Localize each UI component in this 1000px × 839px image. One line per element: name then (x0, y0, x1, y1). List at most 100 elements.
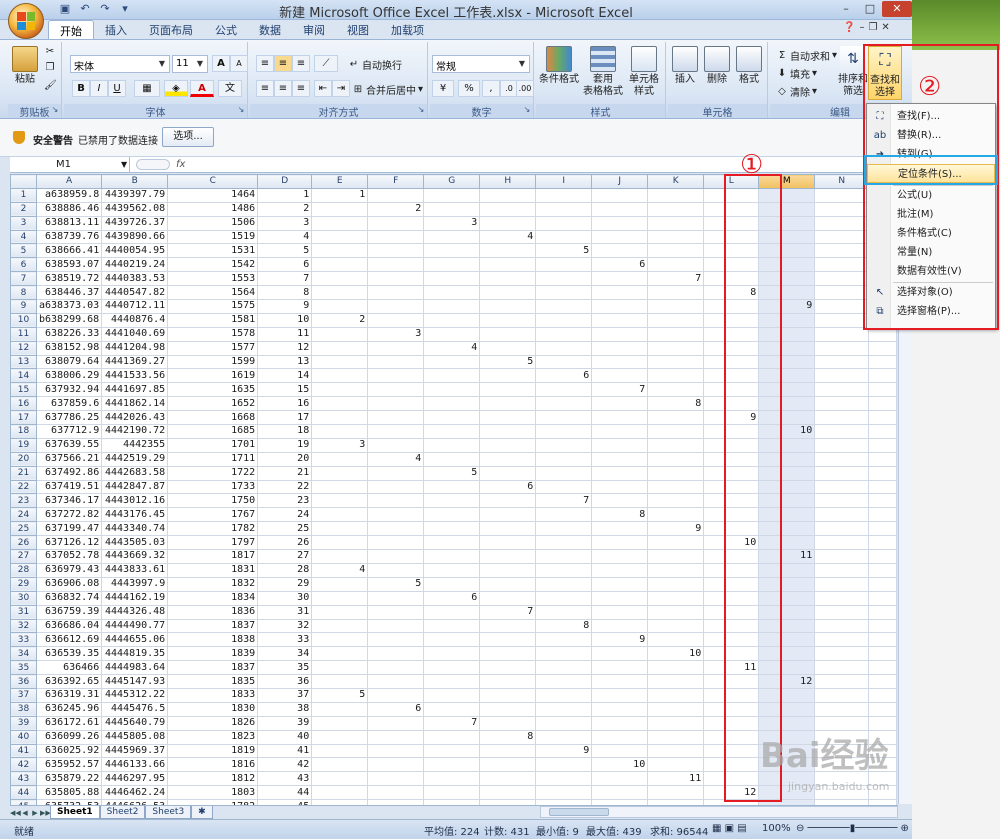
cell[interactable]: a638373.03 (35, 299, 103, 314)
cell[interactable] (311, 368, 369, 384)
cell[interactable] (868, 396, 898, 412)
cell[interactable] (591, 354, 649, 370)
cell[interactable] (814, 354, 870, 370)
cell[interactable] (367, 299, 425, 314)
cell[interactable] (814, 299, 870, 314)
align-bottom-button[interactable]: ≡ (292, 55, 310, 72)
cell[interactable]: 1838 (167, 632, 259, 648)
fill-button[interactable]: ⬇ 填充 ▾ (776, 66, 817, 82)
cell[interactable] (591, 437, 649, 453)
row-header[interactable]: 7 (10, 271, 37, 287)
cell[interactable] (814, 604, 870, 620)
cell[interactable] (535, 465, 593, 481)
cell[interactable]: 636612.69 (35, 632, 103, 648)
cell[interactable]: 1816 (167, 757, 259, 773)
row-header[interactable]: 14 (10, 368, 37, 384)
cell[interactable] (814, 215, 870, 231)
cell[interactable] (814, 340, 870, 356)
cell[interactable]: 27 (257, 549, 313, 564)
cell[interactable] (423, 535, 481, 551)
cell[interactable] (311, 701, 369, 717)
cell[interactable] (814, 257, 870, 273)
cell[interactable] (868, 424, 898, 439)
dialog-launcher-icon[interactable]: ↘ (417, 106, 425, 114)
cell[interactable] (311, 590, 369, 606)
cell[interactable]: 8 (535, 618, 593, 634)
cell[interactable]: 4444490.77 (101, 618, 169, 634)
cell[interactable]: 1575 (167, 299, 259, 314)
cell[interactable] (423, 243, 481, 259)
cell[interactable]: 7 (647, 271, 705, 287)
column-header-i[interactable]: I (535, 174, 593, 189)
phonetic-button[interactable]: 文 (218, 80, 242, 97)
format-as-table-button[interactable]: 套用 表格格式 (580, 46, 626, 98)
cell[interactable] (591, 604, 649, 620)
cell[interactable] (647, 757, 705, 773)
cell[interactable]: 23 (257, 493, 313, 509)
cell[interactable] (868, 382, 898, 398)
row-header[interactable]: 19 (10, 437, 37, 453)
cell[interactable]: 4446462.24 (101, 785, 169, 801)
cell[interactable]: 8 (647, 396, 705, 412)
cell[interactable] (591, 243, 649, 259)
font-size-combo[interactable]: 11 ▼ (172, 55, 208, 73)
cell[interactable] (311, 326, 369, 342)
cell[interactable]: 1826 (167, 715, 259, 731)
cell[interactable] (535, 201, 593, 217)
cell[interactable]: 4440712.11 (101, 299, 169, 314)
cell[interactable] (423, 271, 481, 287)
cell[interactable] (535, 729, 593, 745)
cell[interactable] (814, 549, 870, 564)
cell[interactable] (311, 549, 369, 564)
cell[interactable]: 11 (257, 326, 313, 342)
cell[interactable]: 637639.55 (35, 437, 103, 453)
cell[interactable]: 6 (591, 257, 649, 273)
cell[interactable] (647, 618, 705, 634)
cell[interactable]: 39 (257, 715, 313, 731)
cell[interactable] (479, 340, 537, 356)
cell[interactable]: 5 (367, 576, 425, 592)
cell[interactable] (367, 535, 425, 551)
cell[interactable] (535, 396, 593, 412)
cell[interactable]: 4 (367, 451, 425, 467)
row-header[interactable]: 42 (10, 757, 37, 773)
dialog-launcher-icon[interactable]: ↘ (51, 106, 59, 114)
decrease-decimal-button[interactable]: .00 (516, 80, 534, 97)
cell[interactable]: 4443669.32 (101, 549, 169, 564)
cell[interactable] (535, 410, 593, 426)
cell[interactable] (814, 285, 870, 301)
cell[interactable] (591, 424, 649, 439)
cell[interactable]: 4 (311, 562, 369, 578)
cell[interactable] (814, 187, 870, 203)
row-header[interactable]: 32 (10, 618, 37, 634)
cell[interactable]: 1685 (167, 424, 259, 439)
cell[interactable]: 636172.61 (35, 715, 103, 731)
cell[interactable]: 4444819.35 (101, 646, 169, 662)
cell[interactable]: 4 (257, 229, 313, 245)
cell[interactable] (367, 340, 425, 356)
cell[interactable] (535, 562, 593, 578)
cell[interactable] (311, 285, 369, 301)
cell[interactable] (311, 243, 369, 259)
cell[interactable] (591, 562, 649, 578)
cell[interactable] (367, 715, 425, 731)
cell[interactable] (814, 424, 870, 439)
cell[interactable] (423, 646, 481, 662)
cell[interactable]: 638519.72 (35, 271, 103, 287)
row-header[interactable]: 37 (10, 687, 37, 703)
cell[interactable] (814, 590, 870, 606)
cell[interactable] (423, 437, 481, 453)
cell[interactable] (591, 451, 649, 467)
row-header[interactable]: 9 (10, 299, 37, 314)
cell[interactable]: 11 (647, 771, 705, 787)
cell[interactable]: 638152.98 (35, 340, 103, 356)
cell[interactable] (814, 646, 870, 662)
cell[interactable]: 6 (257, 257, 313, 273)
cell[interactable] (311, 271, 369, 287)
conditional-format-button[interactable]: 条件格式 (538, 46, 580, 86)
cell[interactable] (647, 590, 705, 606)
cell[interactable] (479, 701, 537, 717)
autosum-button[interactable]: Σ 自动求和 ▾ (776, 48, 837, 64)
shrink-font-button[interactable]: A (230, 55, 248, 72)
clear-button[interactable]: ◇ 清除 ▾ (776, 84, 817, 100)
